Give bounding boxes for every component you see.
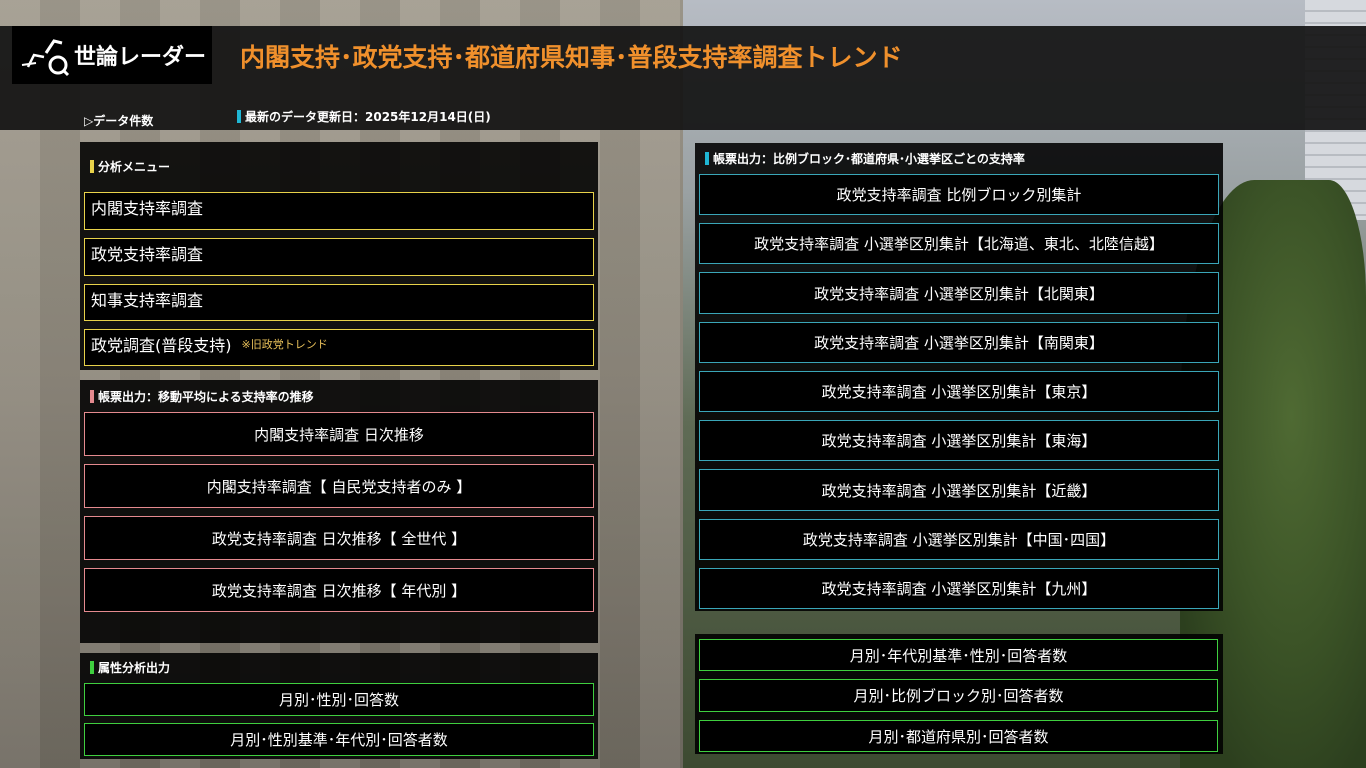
report-party-daily-age-button[interactable]: 政党支持率調査 日次推移【 年代別 】: [84, 568, 594, 612]
radar-logo-icon: [18, 33, 70, 77]
block-tokyo-button[interactable]: 政党支持率調査 小選挙区別集計【東京】: [699, 371, 1219, 412]
analysis-menu-marker: [90, 160, 94, 173]
menu-cabinet-support[interactable]: 内閣支持率調査: [84, 192, 594, 230]
logo[interactable]: 世論レーダー: [12, 26, 212, 84]
block-tokai-button[interactable]: 政党支持率調査 小選挙区別集計【東海】: [699, 420, 1219, 461]
block-title: 帳票出力：比例ブロック･都道府県･小選挙区ごとの支持率: [705, 150, 1025, 167]
block-kitakanto-button[interactable]: 政党支持率調査 小選挙区別集計【北関東】: [699, 272, 1219, 314]
data-count-link[interactable]: ▷データ件数: [84, 112, 153, 129]
update-date-marker: [237, 110, 241, 123]
attribute-title: 属性分析出力: [90, 659, 170, 676]
menu-item-label: 知事支持率調査: [91, 291, 204, 310]
menu-party-usual-support[interactable]: 政党調査(普段支持) ※旧政党トレンド: [84, 329, 594, 366]
resp-monthly-prefecture-button[interactable]: 月別･都道府県別･回答者数: [699, 720, 1218, 752]
report-party-daily-all-button[interactable]: 政党支持率調査 日次推移【 全世代 】: [84, 516, 594, 560]
button-label: 政党支持率調査 小選挙区別集計【東海】: [821, 432, 1097, 450]
button-label: 月別･年代別基準･性別･回答者数: [849, 646, 1068, 665]
menu-governor-support[interactable]: 知事支持率調査: [84, 284, 594, 321]
block-chugoku-shikoku-button[interactable]: 政党支持率調査 小選挙区別集計【中国･四国】: [699, 519, 1219, 560]
button-label: 政党支持率調査 小選挙区別集計【東京】: [821, 383, 1097, 401]
button-label: 政党支持率調査 小選挙区別集計【南関東】: [814, 334, 1104, 352]
menu-party-support[interactable]: 政党支持率調査: [84, 238, 594, 276]
attribute-marker: [90, 661, 94, 674]
menu-item-label: 政党支持率調査: [91, 245, 204, 264]
menu-item-label: 内閣支持率調査: [91, 199, 204, 218]
button-label: 政党支持率調査 比例ブロック別集計: [836, 186, 1082, 204]
moving-average-title-text: 帳票出力：移動平均による支持率の推移: [98, 390, 314, 404]
resp-monthly-block-button[interactable]: 月別･比例ブロック別･回答者数: [699, 679, 1218, 712]
block-minamikanto-button[interactable]: 政党支持率調査 小選挙区別集計【南関東】: [699, 322, 1219, 363]
analysis-menu-title-text: 分析メニュー: [98, 160, 171, 174]
page-title: 内閣支持･政党支持･都道府県知事･普段支持率調査トレンド: [240, 43, 903, 72]
report-cabinet-daily-button[interactable]: 内閣支持率調査 日次推移: [84, 412, 594, 456]
attr-monthly-gender-button[interactable]: 月別･性別･回答数: [84, 683, 594, 716]
button-label: 月別･性別基準･年代別･回答者数: [230, 731, 448, 749]
block-kinki-button[interactable]: 政党支持率調査 小選挙区別集計【近畿】: [699, 469, 1219, 511]
button-label: 月別･性別･回答数: [278, 691, 399, 709]
moving-average-title: 帳票出力：移動平均による支持率の推移: [90, 388, 314, 405]
button-label: 内閣支持率調査【 自民党支持者のみ 】: [206, 477, 472, 496]
block-hokkaido-tohoku-button[interactable]: 政党支持率調査 小選挙区別集計【北海道、東北、北陸信越】: [699, 223, 1219, 264]
block-proportional-button[interactable]: 政党支持率調査 比例ブロック別集計: [699, 174, 1219, 215]
button-label: 政党支持率調査 小選挙区別集計【北海道、東北、北陸信越】: [754, 235, 1164, 253]
button-label: 月別･比例ブロック別･回答者数: [853, 687, 1064, 705]
update-date: 最新のデータ更新日：2025年12月14日(日): [237, 108, 491, 125]
moving-average-marker: [90, 390, 94, 403]
button-label: 政党支持率調査 小選挙区別集計【近畿】: [821, 481, 1097, 500]
button-label: 政党支持率調査 小選挙区別集計【中国･四国】: [802, 531, 1116, 549]
button-label: 政党支持率調査 小選挙区別集計【九州】: [821, 580, 1097, 598]
block-title-text: 帳票出力：比例ブロック･都道府県･小選挙区ごとの支持率: [713, 152, 1025, 166]
menu-item-label: 政党調査(普段支持): [91, 336, 232, 355]
attribute-title-text: 属性分析出力: [98, 661, 171, 675]
button-label: 政党支持率調査 日次推移【 年代別 】: [211, 581, 467, 600]
menu-item-note: ※旧政党トレンド: [241, 338, 328, 351]
attr-monthly-gender-age-button[interactable]: 月別･性別基準･年代別･回答者数: [84, 723, 594, 756]
block-kyushu-button[interactable]: 政党支持率調査 小選挙区別集計【九州】: [699, 568, 1219, 609]
update-date-text: 最新のデータ更新日：2025年12月14日(日): [245, 110, 491, 124]
block-marker: [705, 152, 709, 165]
analysis-menu-title: 分析メニュー: [90, 158, 170, 175]
logo-text: 世論レーダー: [74, 45, 207, 70]
button-label: 政党支持率調査 小選挙区別集計【北関東】: [814, 284, 1104, 303]
resp-monthly-age-gender-button[interactable]: 月別･年代別基準･性別･回答者数: [699, 639, 1218, 671]
button-label: 月別･都道府県別･回答者数: [868, 727, 1049, 746]
button-label: 内閣支持率調査 日次推移: [254, 425, 424, 444]
report-cabinet-ldp-button[interactable]: 内閣支持率調査【 自民党支持者のみ 】: [84, 464, 594, 508]
button-label: 政党支持率調査 日次推移【 全世代 】: [211, 529, 467, 548]
